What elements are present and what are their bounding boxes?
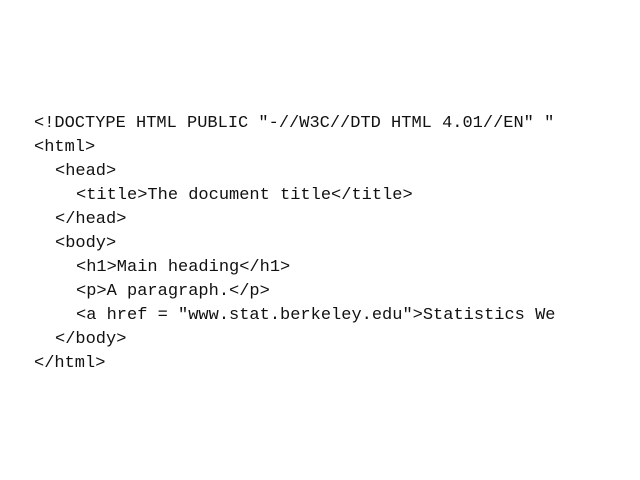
code-line-body-open: <body> (55, 234, 117, 253)
code-line-html-open: <html> (34, 138, 96, 157)
code-line-anchor: <a href = "www.stat.berkeley.edu">Statis… (76, 306, 556, 325)
code-line-doctype: <!DOCTYPE HTML PUBLIC "-//W3C//DTD HTML … (34, 114, 555, 133)
html-source-code: <!DOCTYPE HTML PUBLIC "-//W3C//DTD HTML … (34, 112, 640, 376)
code-line-paragraph: <p>A paragraph.</p> (76, 282, 270, 301)
code-line-head-open: <head> (55, 162, 117, 181)
code-line-h1: <h1>Main heading</h1> (76, 258, 291, 277)
code-line-title: <title>The document title</title> (76, 186, 413, 205)
code-line-html-close: </html> (34, 354, 106, 373)
code-line-body-close: </body> (55, 330, 127, 349)
code-line-head-close: </head> (55, 210, 127, 229)
